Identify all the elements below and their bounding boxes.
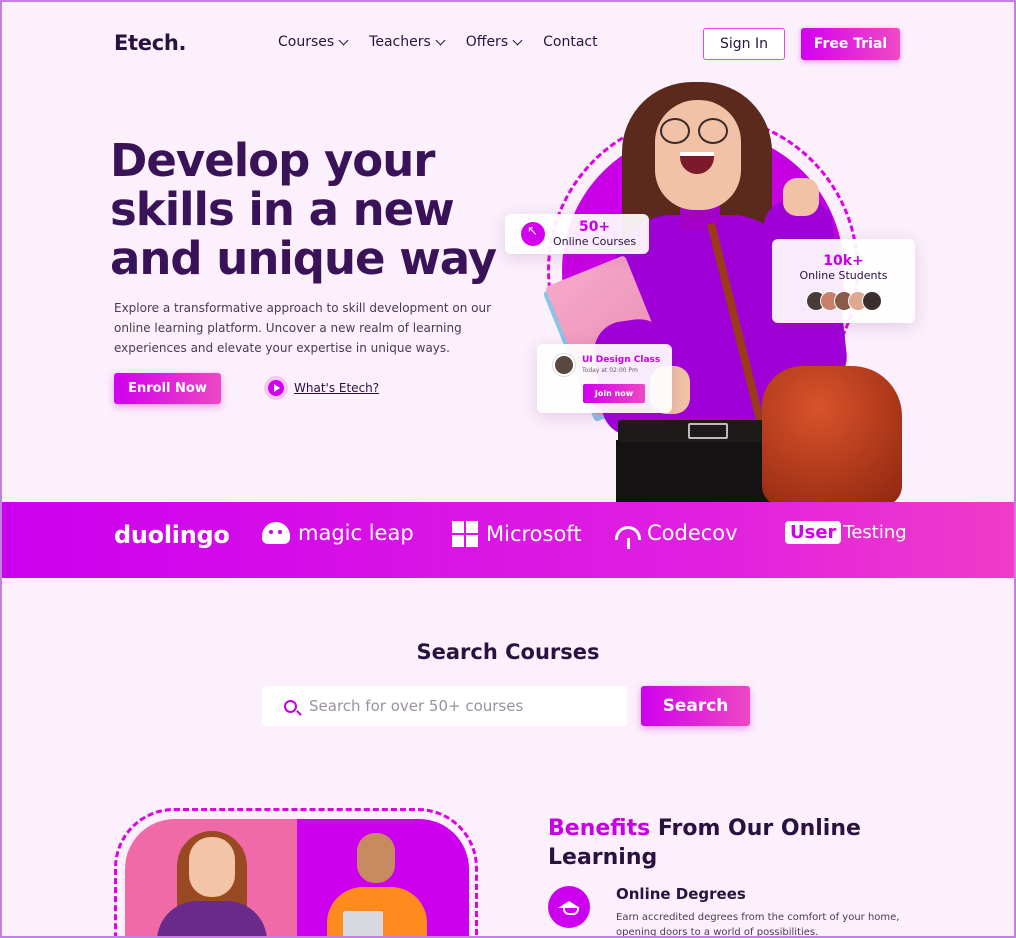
courses-label: Online Courses bbox=[553, 235, 637, 248]
avatar-group bbox=[772, 291, 915, 311]
class-time: Today at 02:00 Pm bbox=[582, 367, 638, 374]
umbrella-icon bbox=[615, 526, 641, 549]
graduation-cap-icon bbox=[548, 886, 590, 928]
sign-in-button[interactable]: Sign In bbox=[703, 28, 785, 60]
nav-teachers[interactable]: Teachers bbox=[369, 34, 446, 50]
avatar bbox=[553, 354, 575, 376]
nav-offers[interactable]: Offers bbox=[465, 34, 523, 50]
windows-icon bbox=[452, 521, 478, 547]
chevron-down-icon bbox=[435, 35, 446, 45]
whats-etech-link[interactable]: What's Etech? bbox=[264, 376, 379, 400]
benefit-item-title: Online Degrees bbox=[616, 885, 746, 903]
play-icon bbox=[264, 376, 288, 400]
search-icon bbox=[284, 699, 297, 713]
microsoft-logo: Microsoft bbox=[452, 521, 582, 547]
students-count: 10k+ bbox=[823, 253, 864, 269]
nav-offers-label: Offers bbox=[465, 34, 509, 50]
join-now-button[interactable]: Join now bbox=[583, 384, 645, 403]
nav-courses[interactable]: Courses bbox=[278, 34, 349, 50]
class-title: UI Design Class bbox=[582, 355, 661, 365]
usertesting-box: User bbox=[785, 521, 842, 544]
online-courses-card: 50+ Online Courses bbox=[505, 214, 649, 254]
student-face bbox=[357, 833, 395, 883]
ui-design-class-card: UI Design Class Today at 02:00 Pm Join n… bbox=[537, 344, 672, 413]
codecov-logo: Codecov bbox=[615, 521, 738, 549]
benefits-image bbox=[114, 808, 478, 938]
logo[interactable]: Etech. bbox=[114, 31, 187, 55]
usertesting-text: Testing bbox=[843, 522, 907, 543]
magic-leap-logo: magic leap bbox=[262, 521, 414, 545]
free-trial-button[interactable]: Free Trial bbox=[801, 28, 900, 60]
nav-contact-label: Contact bbox=[543, 34, 598, 50]
hero-description: Explore a transformative approach to ski… bbox=[114, 301, 491, 355]
online-students-card: 10k+ Online Students bbox=[772, 239, 915, 323]
laptop-icon bbox=[343, 911, 383, 938]
magic-leap-icon bbox=[262, 522, 290, 544]
student-face bbox=[189, 837, 235, 897]
search-button[interactable]: Search bbox=[641, 686, 750, 726]
benefits-title: Benefits From Our Online Learning bbox=[548, 814, 868, 872]
hero-title: Develop your skills in a new and unique … bbox=[110, 134, 497, 285]
chevron-down-icon bbox=[338, 35, 349, 45]
avatar bbox=[861, 291, 882, 311]
glasses-icon bbox=[660, 118, 690, 144]
microsoft-text: Microsoft bbox=[486, 522, 582, 546]
nav-teachers-label: Teachers bbox=[369, 34, 431, 50]
enroll-now-button[interactable]: Enroll Now bbox=[114, 373, 221, 404]
nav-courses-label: Courses bbox=[278, 34, 335, 50]
magic-leap-text: magic leap bbox=[298, 521, 414, 545]
benefit-item-description: Earn accredited degrees from the comfort… bbox=[616, 912, 900, 938]
search-box bbox=[262, 686, 627, 726]
students-label: Online Students bbox=[799, 269, 888, 282]
benefits-title-accent: Benefits bbox=[548, 816, 651, 841]
duolingo-text: duolingo bbox=[114, 521, 230, 549]
search-courses-title: Search Courses bbox=[416, 640, 600, 664]
usertesting-logo: User Testing bbox=[785, 521, 907, 544]
courses-count: 50+ bbox=[578, 219, 611, 235]
duolingo-logo: duolingo bbox=[114, 521, 230, 549]
main-nav: Courses Teachers Offers Contact bbox=[278, 34, 620, 50]
nav-contact[interactable]: Contact bbox=[543, 34, 597, 50]
arrow-up-left-icon bbox=[521, 222, 545, 246]
search-input[interactable] bbox=[309, 697, 609, 715]
whats-etech-label: What's Etech? bbox=[294, 381, 380, 395]
codecov-text: Codecov bbox=[647, 521, 738, 545]
backpack-icon bbox=[762, 366, 902, 502]
chevron-down-icon bbox=[512, 35, 523, 45]
